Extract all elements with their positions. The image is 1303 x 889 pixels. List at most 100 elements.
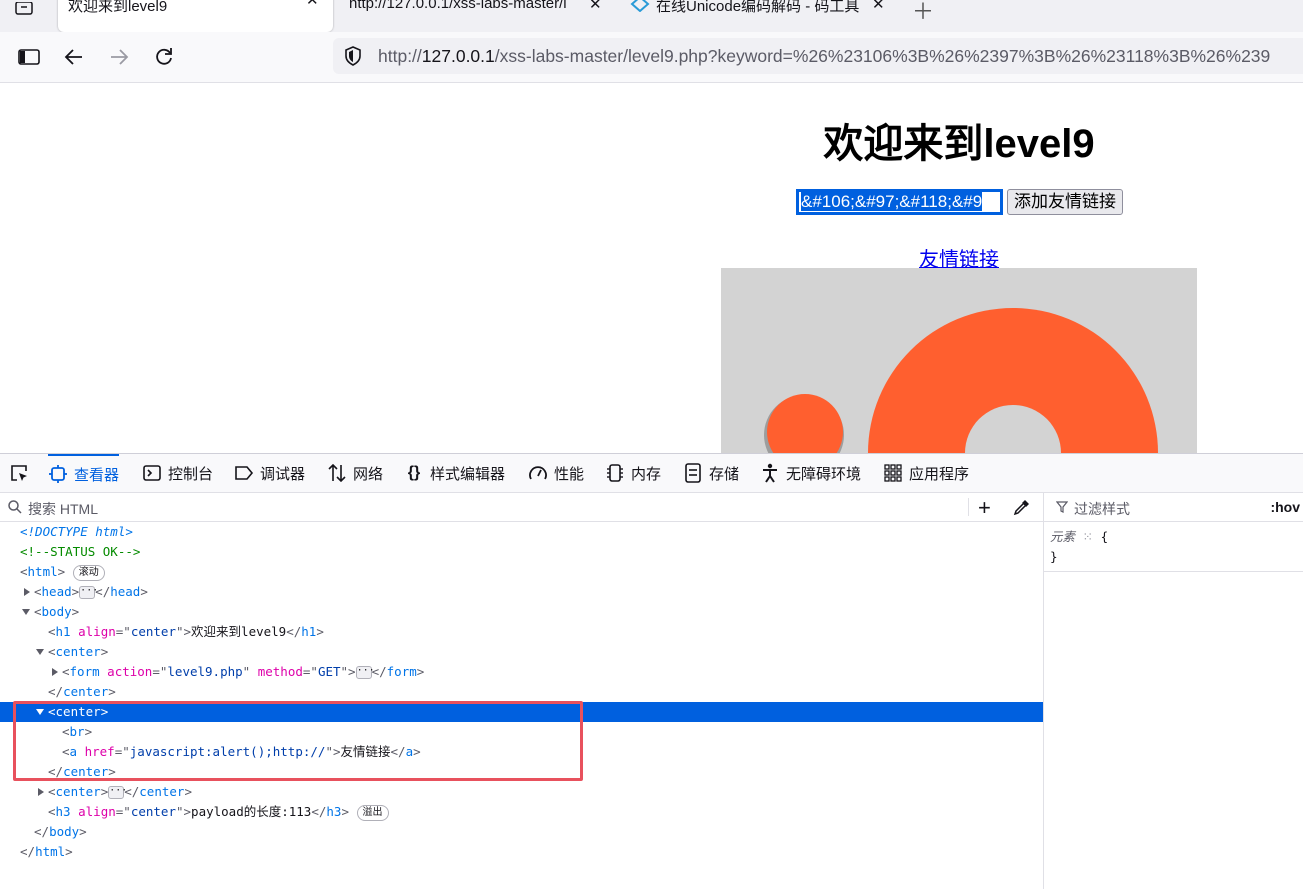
collapse-toggle[interactable] bbox=[36, 649, 44, 655]
tab-label: 性能 bbox=[554, 465, 585, 483]
body-open-tag: <body> bbox=[34, 604, 80, 619]
expand-toggle[interactable] bbox=[24, 588, 30, 596]
tree-row-html[interactable]: <html> 滚动 bbox=[0, 562, 1043, 582]
arrow-right-icon bbox=[111, 49, 129, 65]
add-friend-link-button[interactable]: 添加友情链接 bbox=[1007, 189, 1123, 215]
element-rule: 元素 ⁙ { } bbox=[1050, 527, 1108, 567]
tree-row-comment[interactable]: <!--STATUS OK--> bbox=[0, 542, 1043, 562]
tree-row-body[interactable]: <body> bbox=[0, 602, 1043, 622]
tab-label: 存储 bbox=[709, 465, 740, 483]
tree-row-center-2-selected[interactable]: <center> bbox=[0, 702, 1043, 722]
reload-icon bbox=[156, 48, 172, 65]
network-icon bbox=[328, 464, 346, 482]
performance-icon bbox=[529, 466, 547, 480]
shield-icon[interactable] bbox=[343, 46, 363, 66]
filter-icon bbox=[1056, 501, 1068, 513]
new-tab-button[interactable]: ＋ bbox=[912, 0, 934, 26]
forward-button[interactable] bbox=[106, 44, 132, 70]
form-action-link[interactable]: level9.php bbox=[167, 664, 242, 679]
tree-row-form[interactable]: <form action="level9.php" method="GET">·… bbox=[0, 662, 1043, 682]
collapse-toggle[interactable] bbox=[36, 709, 44, 715]
overflow-badge[interactable]: 溢出 bbox=[356, 804, 389, 821]
tab-application[interactable]: 应用程序 bbox=[883, 454, 969, 492]
tab-debugger[interactable]: 调试器 bbox=[234, 454, 305, 492]
url-host: 127.0.0.1 bbox=[421, 46, 495, 66]
tab-inspector[interactable]: 查看器 bbox=[48, 454, 120, 492]
tree-row-a[interactable]: <a href="javascript:alert();http://">友情链… bbox=[0, 742, 1043, 762]
tree-row-head[interactable]: <head>···</head> bbox=[0, 582, 1043, 602]
keyword-input-value: &#106;&#97;&#118;&#9 bbox=[801, 192, 983, 211]
tab-title: 在线Unicode编码解码 - 码工具 bbox=[656, 0, 860, 15]
collapse-toggle[interactable] bbox=[22, 609, 30, 615]
form-method-value: GET bbox=[317, 664, 341, 679]
tree-row-body-close[interactable]: </body> bbox=[0, 822, 1043, 842]
arrow-left-icon bbox=[64, 49, 82, 65]
a-href-link[interactable]: javascript:alert();http:// bbox=[130, 744, 326, 759]
tab-accessibility[interactable]: 无障碍环境 bbox=[760, 454, 861, 492]
expand-toggle[interactable] bbox=[52, 668, 58, 676]
eyedropper-icon[interactable] bbox=[1013, 498, 1031, 516]
tab-label: 查看器 bbox=[74, 466, 120, 484]
close-tab-icon[interactable]: ✕ bbox=[306, 0, 319, 9]
tab-title: http://127.0.0.1/xss-labs-master/l bbox=[349, 0, 567, 12]
filter-styles-input[interactable]: 过滤样式 bbox=[1074, 499, 1130, 519]
url-text: http://127.0.0.1/xss-labs-master/level9.… bbox=[378, 46, 1270, 67]
tree-row-center-2-close[interactable]: </center> bbox=[0, 762, 1043, 782]
keyword-input[interactable]: &#106;&#97;&#118;&#9 bbox=[796, 189, 1003, 215]
a-text: 友情链接 bbox=[340, 744, 391, 759]
inspector-icon bbox=[49, 465, 67, 483]
memory-icon bbox=[607, 464, 623, 482]
tab-network[interactable]: 网络 bbox=[327, 454, 383, 492]
tree-row-center-3[interactable]: <center>···</center> bbox=[0, 782, 1043, 802]
tab-level9[interactable]: 欢迎来到level9 ✕ bbox=[58, 0, 333, 32]
add-node-icon[interactable]: + bbox=[978, 495, 991, 521]
close-tab-icon[interactable]: ✕ bbox=[589, 0, 602, 13]
address-bar[interactable]: http://127.0.0.1/xss-labs-master/level9.… bbox=[333, 38, 1303, 74]
navigation-toolbar: http://127.0.0.1/xss-labs-master/level9.… bbox=[0, 32, 1303, 83]
h3-node: <h3 align="center">payload的长度:113</h3> 溢… bbox=[48, 802, 389, 822]
tab-label: 应用程序 bbox=[909, 465, 970, 483]
center-close-tag: </center> bbox=[48, 764, 116, 779]
center-open-tag: <center> bbox=[48, 704, 109, 719]
rule-open-brace: { bbox=[1100, 529, 1109, 544]
head-node: <head>···</head> bbox=[34, 584, 148, 599]
hov-toggle[interactable]: :hov bbox=[1270, 499, 1300, 515]
element-picker-button[interactable] bbox=[8, 462, 30, 484]
sidebar-toggle-button[interactable] bbox=[16, 44, 42, 70]
element-picker-icon bbox=[11, 465, 27, 481]
close-tab-icon[interactable]: ✕ bbox=[872, 0, 885, 13]
tab-strip: 欢迎来到level9 ✕ http://127.0.0.1/xss-labs-m… bbox=[0, 0, 1303, 32]
tree-row-center-1-close[interactable]: </center> bbox=[0, 682, 1043, 702]
tab-style-editor[interactable]: {} 样式编辑器 bbox=[404, 454, 505, 492]
style-editor-icon: {} bbox=[407, 464, 421, 481]
tab-list-button[interactable] bbox=[10, 0, 38, 20]
accessibility-icon bbox=[763, 463, 777, 483]
search-icon bbox=[8, 500, 22, 514]
tree-row-doctype[interactable]: <!DOCTYPE html> bbox=[0, 522, 1043, 542]
scroll-badge[interactable]: 滚动 bbox=[72, 564, 105, 581]
page-heading: 欢迎来到level9 bbox=[823, 122, 1095, 166]
level-image bbox=[721, 268, 1197, 453]
tree-row-html-close[interactable]: </html> bbox=[0, 842, 1043, 862]
tab-console[interactable]: 控制台 bbox=[142, 454, 213, 492]
tree-row-br[interactable]: <br> bbox=[0, 722, 1043, 742]
tree-row-center-1[interactable]: <center> bbox=[0, 642, 1043, 662]
tree-row-h3[interactable]: <h3 align="center">payload的长度:113</h3> 溢… bbox=[0, 802, 1043, 822]
tab-unicode-tool[interactable]: 在线Unicode编码解码 - 码工具 ✕ bbox=[622, 0, 892, 32]
back-button[interactable] bbox=[61, 44, 87, 70]
tab-memory[interactable]: 内存 bbox=[605, 454, 661, 492]
tab-label: 内存 bbox=[631, 465, 662, 483]
application-icon bbox=[884, 464, 902, 482]
html-close-tag: </html> bbox=[20, 844, 73, 859]
tab-storage[interactable]: 存储 bbox=[683, 454, 739, 492]
search-html-input[interactable]: 搜索 HTML bbox=[28, 499, 98, 519]
reload-button[interactable] bbox=[151, 44, 177, 70]
tab-xss-labs[interactable]: http://127.0.0.1/xss-labs-master/l ✕ bbox=[336, 0, 606, 32]
console-icon bbox=[143, 465, 161, 481]
markup-tree: <!DOCTYPE html> <!--STATUS OK--> <html> … bbox=[0, 522, 1043, 889]
tab-performance[interactable]: 性能 bbox=[528, 454, 584, 492]
tab-label: 样式编辑器 bbox=[430, 465, 506, 483]
expand-toggle[interactable] bbox=[38, 788, 44, 796]
tree-row-h1[interactable]: <h1 align="center">欢迎来到level9</h1> bbox=[0, 622, 1043, 642]
center-close-tag: </center> bbox=[48, 684, 116, 699]
